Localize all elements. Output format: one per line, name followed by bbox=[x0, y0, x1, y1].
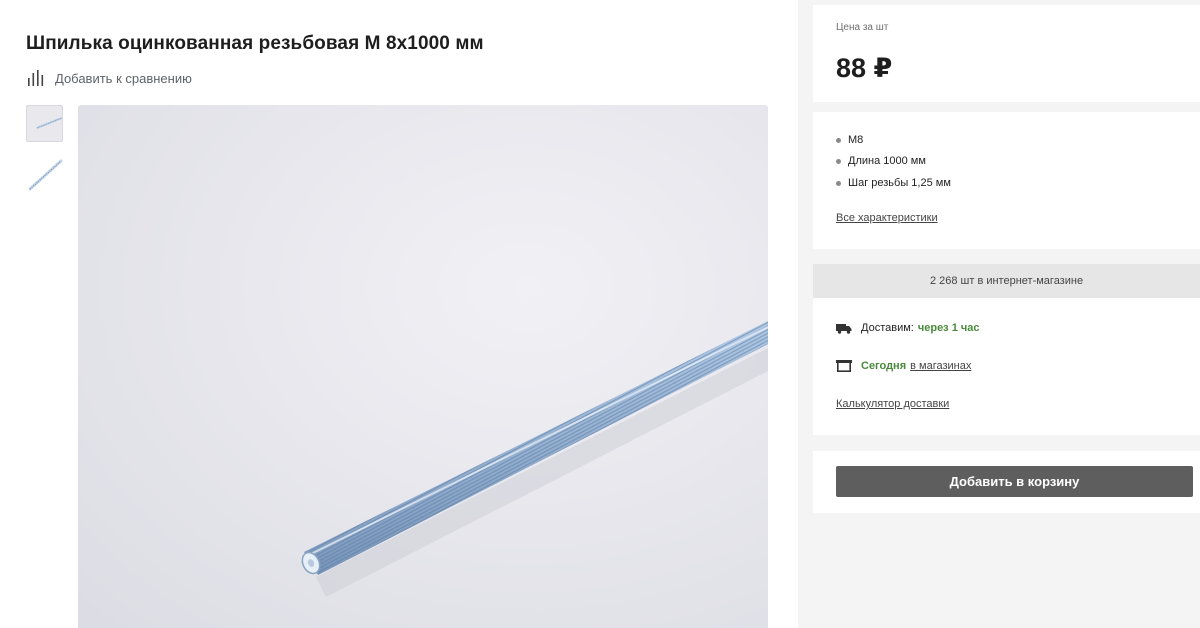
compare-label: Добавить к сравнению bbox=[55, 70, 192, 86]
cart-card: Добавить в корзину bbox=[813, 451, 1200, 513]
spec-item: Длина 1000 мм bbox=[836, 155, 926, 167]
specs-card: M8 Длина 1000 мм Шаг резьбы 1,25 мм Все … bbox=[813, 112, 1200, 249]
price-value: 88 ₽ bbox=[836, 53, 893, 83]
threaded-rod-photo bbox=[78, 105, 768, 628]
spec-item: Шаг резьбы 1,25 мм bbox=[836, 177, 951, 189]
threaded-rod-thumbnail-image bbox=[28, 159, 63, 191]
store-pickup-row: Сегодня в магазинах bbox=[836, 360, 971, 372]
stores-link[interactable]: в магазинах bbox=[910, 360, 971, 372]
store-today-label: Сегодня bbox=[861, 360, 907, 372]
price-card: Цена за шт 88 ₽ bbox=[813, 5, 1200, 102]
bullet-icon bbox=[836, 180, 841, 186]
delivery-calculator-link[interactable]: Калькулятор доставки bbox=[836, 398, 949, 410]
bullet-icon bbox=[836, 158, 841, 164]
thumbnail-1[interactable] bbox=[26, 105, 63, 142]
add-to-compare-button[interactable]: Добавить к сравнению bbox=[27, 68, 192, 88]
spec-value: Длина 1000 мм bbox=[848, 155, 926, 167]
spec-value: M8 bbox=[848, 134, 864, 146]
all-specs-link[interactable]: Все характеристики bbox=[836, 212, 938, 224]
delivery-row: Доставим: через 1 час bbox=[836, 322, 980, 334]
delivery-prefix: Доставим: bbox=[861, 322, 914, 334]
spec-item: M8 bbox=[836, 134, 863, 146]
price-label: Цена за шт bbox=[836, 22, 889, 33]
delivery-time: через 1 час bbox=[917, 322, 980, 334]
truck-icon bbox=[836, 324, 852, 334]
bullet-icon bbox=[836, 137, 841, 143]
store-icon bbox=[836, 360, 852, 372]
spec-value: Шаг резьбы 1,25 мм bbox=[848, 177, 951, 189]
availability-card: 2 268 шт в интернет-магазине Доставим: ч… bbox=[813, 264, 1200, 435]
bar-chart-icon bbox=[28, 70, 44, 86]
product-title: Шпилька оцинкованная резьбовая М 8х1000 … bbox=[26, 33, 484, 54]
threaded-rod-thumbnail-image bbox=[36, 117, 62, 129]
thumbnail-2[interactable] bbox=[26, 156, 63, 193]
product-main-image[interactable] bbox=[78, 105, 768, 628]
stock-status-bar: 2 268 шт в интернет-магазине bbox=[813, 264, 1200, 298]
product-main-panel: Шпилька оцинкованная резьбовая М 8х1000 … bbox=[0, 0, 798, 628]
add-to-cart-button[interactable]: Добавить в корзину bbox=[836, 466, 1193, 497]
